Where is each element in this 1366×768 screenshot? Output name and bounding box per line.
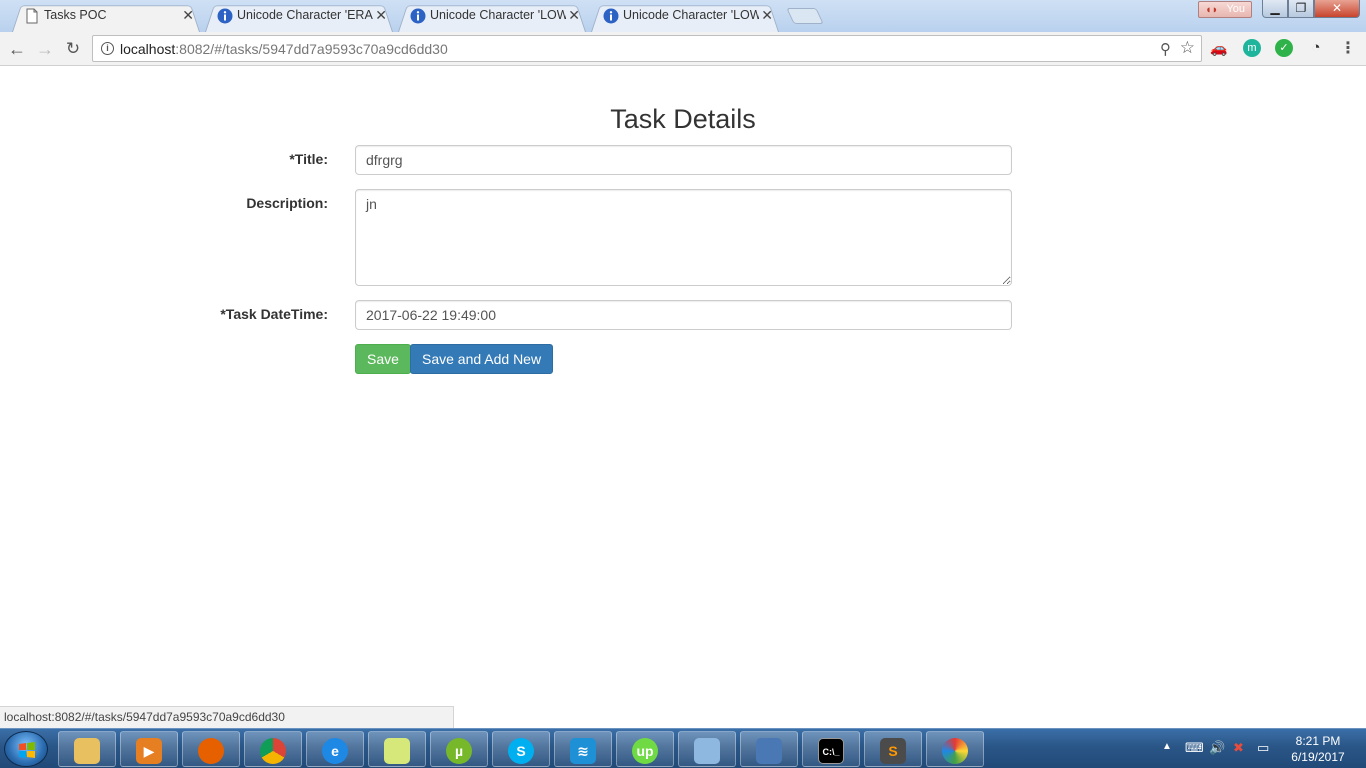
tab-title: Unicode Character 'LOW	[430, 8, 566, 22]
taskbar-paint[interactable]	[926, 731, 984, 767]
info-circle-icon	[217, 8, 233, 24]
close-window-button[interactable]: ✕	[1314, 0, 1360, 18]
taskbar-utorrent[interactable]: µ	[430, 731, 488, 767]
taskbar-chrome[interactable]	[244, 731, 302, 767]
tab-title: Unicode Character 'ERAS	[237, 8, 373, 22]
taskbar-media-player[interactable]: ▶	[120, 731, 178, 767]
browser-tabstrip: Tasks POC ✕ Unicode Character 'ERAS ✕ Un…	[0, 0, 1366, 32]
internet-explorer-icon: e	[322, 737, 348, 764]
tab-title: Tasks POC	[44, 8, 107, 22]
minimize-button[interactable]: ▁	[1262, 0, 1288, 18]
system-clock[interactable]: 8:21 PM 6/19/2017	[1278, 733, 1358, 765]
taskbar-firefox[interactable]	[182, 731, 240, 767]
back-arrow-icon[interactable]: ←	[6, 38, 28, 60]
windows-taskbar: ▶ e µ S ≋ up C:\_ S ▲ ⌨ 🔊 ✖ ▭ 8:21 PM 6/…	[0, 728, 1366, 768]
extension-speedometer-icon[interactable]: ◔	[1307, 39, 1325, 57]
close-icon[interactable]: ✕	[182, 2, 194, 28]
network-error-icon[interactable]: ✖	[1233, 740, 1244, 756]
clock-date: 6/19/2017	[1291, 750, 1345, 764]
folder-icon	[74, 737, 100, 764]
usb-icon[interactable]: ⌨	[1185, 740, 1204, 756]
clock-time: 8:21 PM	[1295, 734, 1341, 748]
taskbar-wifi-app[interactable]: ≋	[554, 731, 612, 767]
info-circle-icon	[603, 8, 619, 24]
close-icon[interactable]: ✕	[568, 2, 580, 28]
extension-m-label: m	[1247, 42, 1257, 54]
tab-unicode-1[interactable]: Unicode Character 'ERAS ✕	[197, 2, 401, 32]
remote-desktop-icon	[756, 737, 782, 764]
save-button[interactable]: Save	[355, 344, 411, 374]
command-prompt-icon: C:\_	[818, 737, 844, 764]
taskbar-skype[interactable]: S	[492, 731, 550, 767]
sublime-text-icon: S	[880, 737, 906, 764]
volume-icon[interactable]: 🔊	[1209, 740, 1225, 756]
tab-title: Unicode Character 'LOW	[623, 8, 759, 22]
close-icon[interactable]: ✕	[375, 2, 387, 28]
menu-kebab-icon[interactable]: ⋮	[1340, 38, 1356, 58]
description-label: Description:	[246, 195, 328, 211]
windows-logo-icon	[19, 742, 35, 758]
utorrent-icon: µ	[446, 737, 472, 764]
taskbar-sublime-text[interactable]: S	[864, 731, 922, 767]
start-button[interactable]	[4, 731, 48, 767]
extension-m-icon[interactable]: m	[1243, 39, 1261, 57]
address-bar[interactable]: i localhost:8082/#/tasks/5947dd7a9593c70…	[92, 35, 1202, 62]
upwork-icon: up	[632, 737, 658, 764]
taskbar-upwork[interactable]: up	[616, 731, 674, 767]
close-icon[interactable]: ✕	[761, 2, 773, 28]
extension-car-icon[interactable]: 🚗	[1210, 39, 1228, 57]
reload-icon[interactable]: ↻	[62, 38, 84, 60]
bookmark-star-icon[interactable]: ☆	[1180, 38, 1195, 58]
task-datetime-input[interactable]	[355, 300, 1012, 330]
profile-button[interactable]: ◖◗ You	[1198, 1, 1252, 18]
control-panel-icon	[694, 737, 720, 764]
page-title: Task Details	[610, 104, 756, 134]
new-tab-button[interactable]	[786, 8, 824, 24]
profile-icon: ◖◗	[1205, 4, 1219, 16]
extension-check-icon[interactable]: ✓	[1275, 39, 1293, 57]
title-input[interactable]	[355, 145, 1012, 175]
page-icon	[26, 8, 38, 24]
chrome-icon	[260, 737, 286, 764]
taskbar-control-panel[interactable]	[678, 731, 736, 767]
browser-toolbar: ← → ↻ i localhost:8082/#/tasks/5947dd7a9…	[0, 32, 1366, 66]
tray-expand-icon[interactable]: ▲	[1162, 741, 1172, 752]
action-center-icon[interactable]: ▭	[1257, 740, 1269, 756]
save-and-add-new-button[interactable]: Save and Add New	[410, 344, 554, 374]
media-player-icon: ▶	[136, 737, 162, 764]
task-datetime-label: *Task DateTime:	[220, 306, 328, 322]
taskbar-sticky-notes[interactable]	[368, 731, 426, 767]
wifi-icon: ≋	[570, 737, 596, 764]
tab-unicode-2[interactable]: Unicode Character 'LOW ✕	[390, 2, 594, 32]
profile-label: You	[1226, 3, 1245, 15]
taskbar-internet-explorer[interactable]: e	[306, 731, 364, 767]
status-bar-url: localhost:8082/#/tasks/5947dd7a9593c70a9…	[0, 706, 454, 728]
info-circle-icon	[410, 8, 426, 24]
taskbar-remote-desktop[interactable]	[740, 731, 798, 767]
tab-tasks-poc[interactable]: Tasks POC ✕	[4, 2, 208, 32]
url-path: :8082/#/tasks/5947dd7a9593c70a9cd6dd30	[175, 41, 448, 57]
site-info-icon[interactable]: i	[101, 42, 114, 55]
taskbar-command-prompt[interactable]: C:\_	[802, 731, 860, 767]
maximize-button[interactable]: ❐	[1288, 0, 1314, 18]
zoom-icon[interactable]: ⚲	[1160, 40, 1171, 58]
firefox-icon	[198, 737, 224, 764]
forward-arrow-icon[interactable]: →	[34, 38, 56, 60]
url-host: localhost	[120, 41, 176, 57]
skype-icon: S	[508, 737, 534, 764]
paint-palette-icon	[942, 737, 968, 764]
title-label: *Title:	[289, 151, 328, 167]
description-textarea[interactable]: jn	[355, 189, 1012, 286]
tab-unicode-3[interactable]: Unicode Character 'LOW ✕	[583, 2, 787, 32]
taskbar-explorer[interactable]	[58, 731, 116, 767]
url-text[interactable]: localhost:8082/#/tasks/5947dd7a9593c70a9…	[120, 41, 448, 57]
sticky-notes-icon	[384, 737, 410, 764]
page-content: Task Details *Title: Description: jn *Ta…	[0, 66, 1366, 706]
